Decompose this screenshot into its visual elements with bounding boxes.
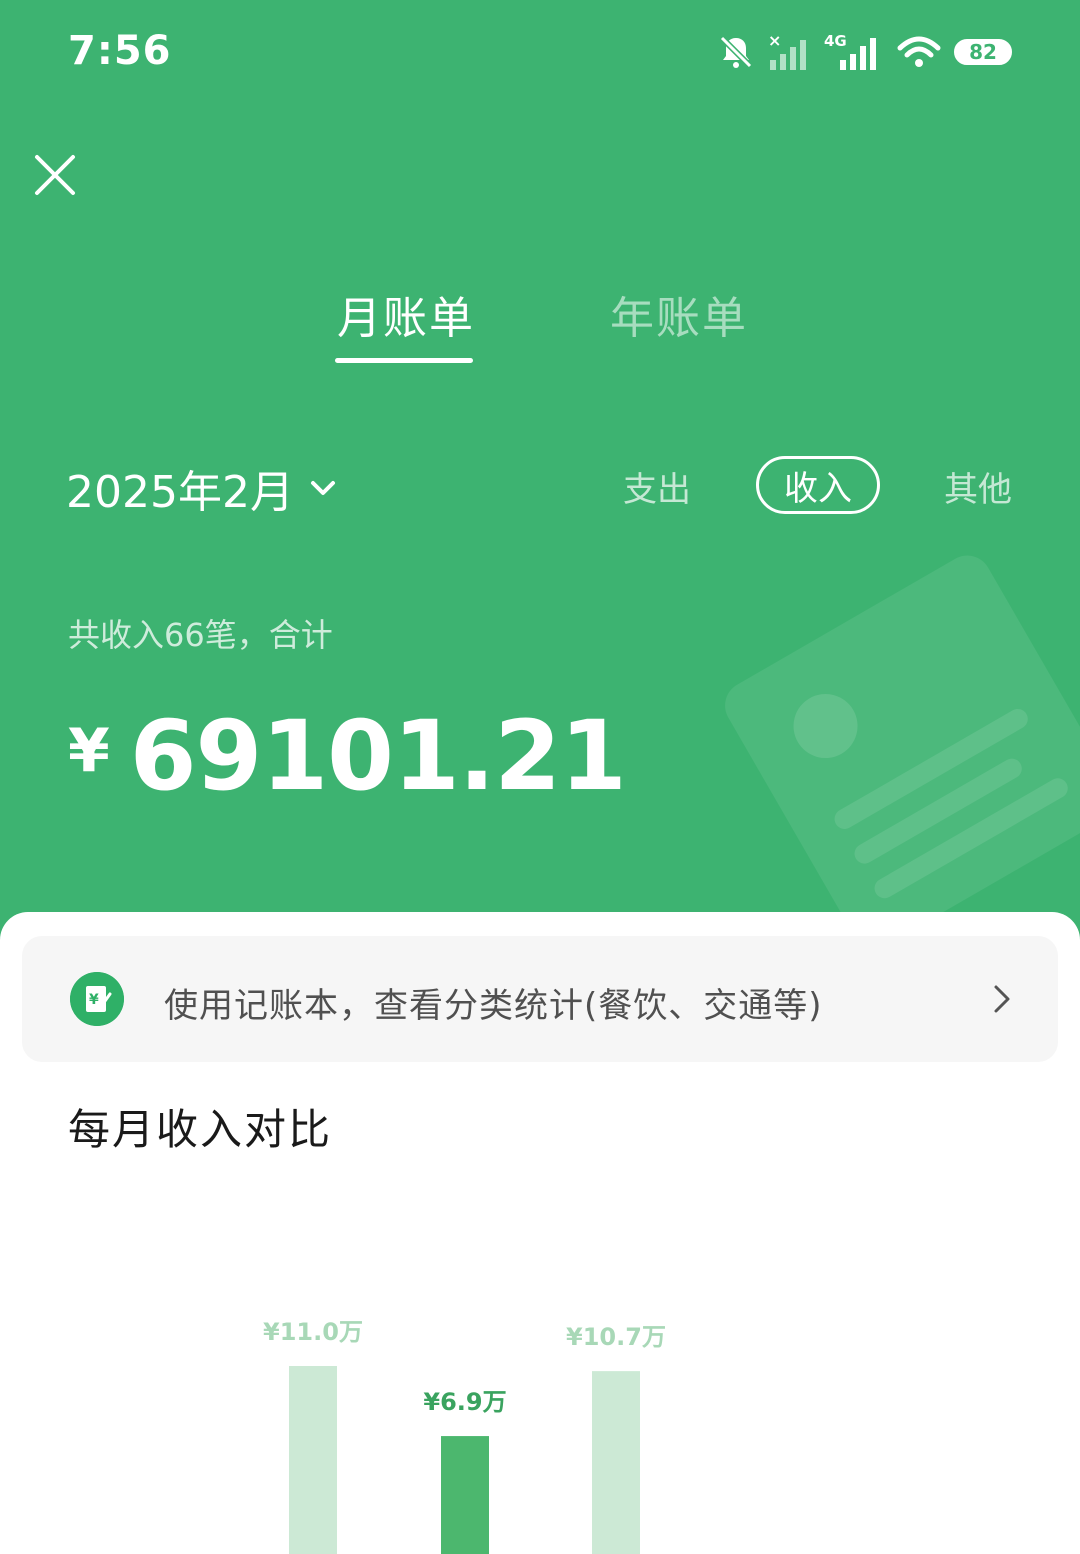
close-button[interactable] [30, 150, 80, 200]
network-type-text: 4G [824, 32, 847, 50]
bell-muted-icon [719, 35, 753, 69]
active-tab-indicator [335, 358, 473, 363]
signal-no-service-icon: × [768, 32, 806, 70]
income-bar-1[interactable] [441, 1436, 489, 1554]
bar-value-label-0: ¥11.0万 [263, 1318, 363, 1346]
tab-monthly-bill[interactable]: 月账单 [337, 282, 475, 346]
battery-indicator: 82 [954, 39, 1012, 65]
status-time: 7:56 [68, 28, 172, 74]
status-bar: 7:56 × 4G 82 [0, 0, 1080, 110]
wifi-icon [897, 36, 941, 67]
battery-level: 82 [969, 40, 997, 64]
bar-value-label-2: ¥10.7万 [566, 1323, 666, 1351]
income-bar-0[interactable] [289, 1366, 337, 1554]
income-bar-2[interactable] [592, 1371, 640, 1554]
chevron-down-icon [310, 481, 335, 495]
status-icons: × 4G 82 [716, 30, 1012, 74]
currency-symbol: ¥ [68, 716, 110, 786]
filter-other[interactable]: 其他 [944, 462, 1012, 511]
total-amount: 69101.21 [129, 700, 627, 812]
filter-expense[interactable]: 支出 [623, 462, 691, 511]
svg-text:×: × [768, 32, 781, 50]
filter-income[interactable]: 收入 [756, 456, 880, 514]
tab-yearly-bill[interactable]: 年账单 [610, 282, 748, 346]
content-sheet: ¥ 使用记账本，查看分类统计(餐饮、交通等) 每月收入对比 ¥11.0万 ¥6.9… [0, 912, 1080, 1554]
income-total: ¥ 69101.21 [68, 700, 627, 812]
month-label: 2025年2月 [66, 467, 294, 518]
monthly-income-chart: ¥11.0万 ¥6.9万 ¥10.7万 [263, 1318, 666, 1554]
bar-value-label-1: ¥6.9万 [423, 1388, 506, 1416]
signal-4g-icon: 4G [824, 32, 876, 70]
month-selector[interactable]: 2025年2月 [66, 456, 338, 520]
income-summary-text: 共收入66笔，合计 [68, 616, 333, 654]
bill-tabs: 月账单 年账单 [0, 282, 1080, 372]
receipt-illustration [725, 555, 1080, 920]
